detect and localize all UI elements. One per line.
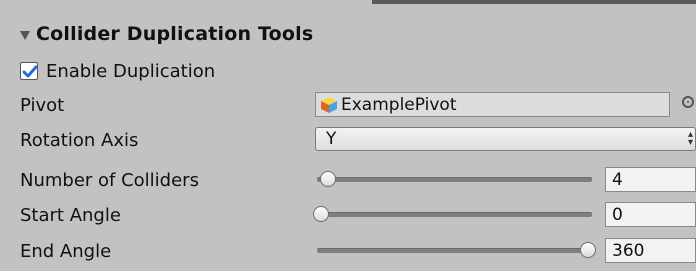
foldout-header[interactable]: Collider Duplication Tools <box>20 20 313 48</box>
dropdown-arrows-icon: ▴ ▾ <box>687 129 693 148</box>
checkmark-icon <box>22 65 38 78</box>
end-angle-field[interactable]: 360 <box>605 238 696 263</box>
end-angle-label: End Angle <box>20 240 112 262</box>
pivot-object-field[interactable]: ExamplePivot <box>315 92 670 117</box>
enable-duplication-checkbox[interactable] <box>20 62 38 80</box>
start-angle-slider-track[interactable] <box>317 212 592 217</box>
start-angle-field[interactable]: 0 <box>605 202 696 227</box>
rotation-axis-label: Rotation Axis <box>20 129 139 151</box>
number-of-colliders-field[interactable]: 4 <box>605 167 696 192</box>
start-angle-value: 0 <box>612 204 623 225</box>
foldout-arrow-icon[interactable] <box>20 30 30 40</box>
start-angle-row: Start Angle <box>20 201 121 229</box>
end-angle-row: End Angle <box>20 237 111 265</box>
number-of-colliders-label: Number of Colliders <box>20 169 199 191</box>
start-angle-label: Start Angle <box>20 204 121 226</box>
end-angle-value: 360 <box>612 240 645 261</box>
enable-duplication-row[interactable]: Enable Duplication <box>20 57 215 85</box>
end-angle-slider-track[interactable] <box>317 248 592 253</box>
pivot-label: Pivot <box>20 94 65 116</box>
number-of-colliders-slider-thumb[interactable] <box>320 171 336 187</box>
start-angle-slider-thumb[interactable] <box>313 206 329 222</box>
top-divider <box>372 0 696 4</box>
end-angle-slider-thumb[interactable] <box>580 242 596 258</box>
enable-duplication-label: Enable Duplication <box>46 60 216 82</box>
gameobject-cube-icon <box>321 96 337 113</box>
rotation-axis-row: Rotation Axis <box>20 126 138 154</box>
section-title: Collider Duplication Tools <box>36 23 314 45</box>
number-of-colliders-value: 4 <box>612 169 623 190</box>
object-picker-icon[interactable] <box>682 96 694 108</box>
number-of-colliders-row: Number of Colliders <box>20 166 199 194</box>
rotation-axis-value: Y <box>326 129 337 149</box>
pivot-row: Pivot <box>20 91 64 119</box>
number-of-colliders-slider-track[interactable] <box>317 177 592 182</box>
rotation-axis-dropdown[interactable]: Y ▴ ▾ <box>315 127 696 151</box>
pivot-object-name: ExamplePivot <box>341 94 457 115</box>
